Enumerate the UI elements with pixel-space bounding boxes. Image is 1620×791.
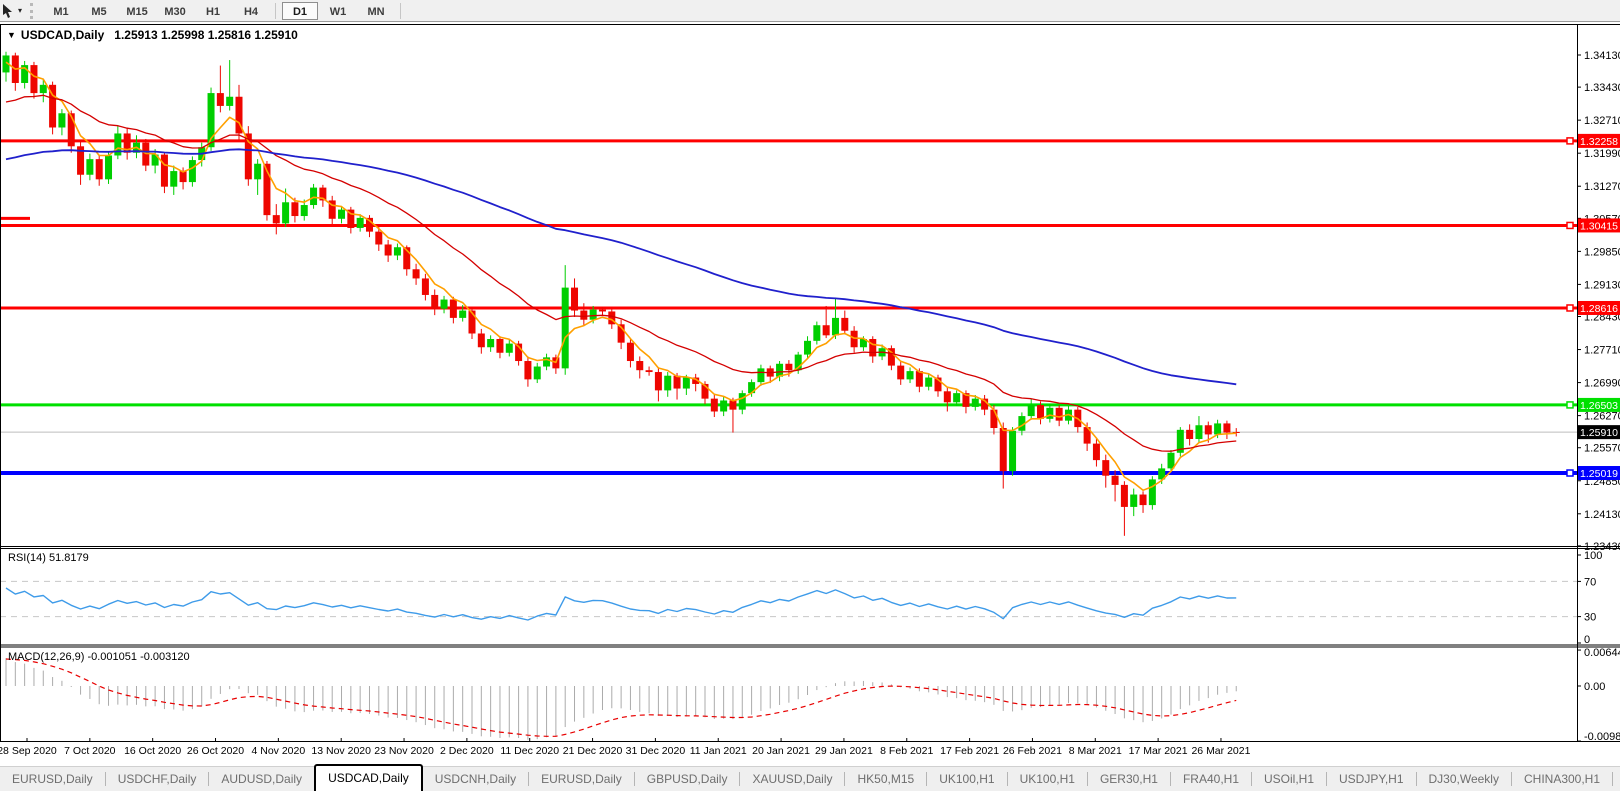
cursor-icon: [3, 4, 12, 18]
rsi-axis-label: 100: [1584, 550, 1602, 562]
date-label: 17 Mar 2021: [1128, 745, 1188, 757]
tab-usdchf-daily[interactable]: USDCHF,Daily: [106, 767, 209, 791]
chart-title: ▼ USDCAD,Daily 1.25913 1.25998 1.25816 1.2…: [7, 28, 298, 42]
hline-badge-label: 1.28616: [1580, 303, 1618, 315]
macd-pane-title: MACD(12,26,9) -0.001051 -0.003120: [8, 651, 190, 663]
date-label: 11 Dec 2020: [500, 745, 560, 757]
current-price-badge-label: 1.25910: [1580, 427, 1618, 439]
macd-axis-label: -0.009871: [1584, 731, 1620, 742]
mt4-chart-app: ▾ M1 M5 M15 M30 H1 H4 D1 W1 MN 1.34130 1.33430 1.3…: [0, 0, 1620, 791]
price-axis-label: 1.27710: [1584, 345, 1620, 357]
tab-xauusd-daily[interactable]: XAUUSD,Daily: [740, 767, 844, 791]
timeframe-button-m5[interactable]: M5: [81, 2, 117, 20]
timeframe-button-d1[interactable]: D1: [282, 1, 319, 20]
chart-window: 1.341301.334301.327101.319901.312701.305…: [0, 24, 1620, 766]
hline-badge-label: 1.32258: [1580, 136, 1618, 148]
macd-axis-label: 0.006444: [1584, 647, 1620, 659]
cursor-tool-button[interactable]: ▾: [0, 1, 26, 21]
price-axis-label: 1.29130: [1584, 279, 1620, 291]
chart-tab-bar: EURUSD,Daily USDCHF,Daily AUDUSD,Daily USDC…: [0, 763, 1620, 791]
date-label: 21 Dec 2020: [562, 745, 623, 757]
date-label: 26 Mar 2021: [1191, 745, 1251, 757]
timeframe-button-h1[interactable]: H1: [195, 2, 231, 20]
date-label: 13 Nov 2020: [311, 745, 371, 757]
timeframe-button-h4[interactable]: H4: [233, 2, 269, 20]
price-axis-label: 1.31270: [1584, 181, 1620, 193]
price-chart-canvas[interactable]: 1.341301.334301.327101.319901.312701.305…: [0, 24, 1620, 742]
timeframe-button-m1[interactable]: M1: [43, 2, 79, 20]
price-axis-label: 1.34130: [1584, 50, 1620, 62]
price-axis-label: 1.31990: [1584, 148, 1620, 160]
hline-badge-label: 1.25019: [1580, 468, 1618, 480]
date-label: 26 Feb 2021: [1002, 745, 1062, 757]
rsi-axis-label: 70: [1584, 576, 1596, 588]
date-label: 17 Feb 2021: [940, 745, 1000, 757]
collapse-triangle-icon: ▼: [7, 30, 16, 40]
date-label: 28 Sep 2020: [0, 745, 57, 757]
hline-badge-label: 1.26503: [1580, 400, 1618, 412]
chevron-down-icon: ▾: [18, 6, 23, 15]
macd-axis-label: 0.00: [1584, 681, 1605, 693]
hline-anchor: [1566, 137, 1574, 145]
date-label: 31 Dec 2020: [625, 745, 686, 757]
top-toolbar: ▾ M1 M5 M15 M30 H1 H4 D1 W1 MN: [0, 0, 1620, 22]
timeframe-button-m15[interactable]: M15: [119, 2, 155, 20]
tab-china300-h1[interactable]: CHINA300,H1: [1512, 767, 1612, 791]
tab-hk50-m15[interactable]: HK50,M15: [845, 767, 926, 791]
date-label: 11 Jan 2021: [689, 745, 747, 757]
date-label: 4 Nov 2020: [251, 745, 306, 757]
date-label: 20 Jan 2021: [752, 745, 810, 757]
timeframe-button-w1[interactable]: W1: [320, 2, 356, 20]
date-label: 23 Nov 2020: [374, 745, 434, 757]
timeframe-toolbar: M1 M5 M15 M30 H1 H4 D1 W1 MN: [42, 0, 406, 22]
date-label: 8 Feb 2021: [880, 745, 934, 757]
hline-badge-label: 1.30415: [1580, 220, 1618, 232]
toolbar-separator: [400, 2, 402, 19]
date-label: 26 Oct 2020: [186, 745, 245, 757]
tab-eurusd-daily[interactable]: EURUSD,Daily: [529, 767, 634, 791]
date-label: 8 Mar 2021: [1068, 745, 1122, 757]
tab-uk100-h1[interactable]: UK100,H1: [927, 767, 1006, 791]
tab-usdcad-daily[interactable]: USDCAD,Daily: [314, 763, 423, 791]
price-axis-label: 1.29850: [1584, 246, 1620, 258]
tab-uk100-h1[interactable]: UK100,H1: [1008, 767, 1087, 791]
hline-anchor: [1566, 304, 1574, 312]
date-label: 16 Oct 2020: [124, 745, 182, 757]
rsi-axis-label: 30: [1584, 612, 1596, 624]
price-axis-label: 1.32710: [1584, 115, 1620, 127]
date-label: 2 Dec 2020: [440, 745, 494, 757]
price-axis-label: 1.26270: [1584, 411, 1620, 423]
hline-anchor: [1566, 221, 1574, 230]
price-axis-label: 1.25570: [1584, 443, 1620, 455]
date-label: 29 Jan 2021: [815, 745, 873, 757]
tab-usdjpy-h1[interactable]: USDJPY,H1: [1327, 767, 1415, 791]
rsi-pane-title: RSI(14) 51.8179: [8, 552, 89, 564]
date-axis[interactable]: 28 Sep 2020 7 Oct 2020 16 Oct 2020 26 Oct 2…: [0, 742, 1620, 766]
date-label: 7 Oct 2020: [64, 745, 116, 757]
tab-separator: [1612, 772, 1614, 786]
chart-ohlc-values: 1.25913 1.25998 1.25816 1.25910: [114, 28, 298, 42]
toolbar-drag-handle[interactable]: [30, 2, 36, 19]
rsi-axis-label: 0: [1584, 634, 1590, 646]
tab-fra40-h1[interactable]: FRA40,H1: [1171, 767, 1251, 791]
hline-anchor: [1566, 469, 1574, 477]
price-axis-label: 1.24130: [1584, 509, 1620, 521]
tab-usdcnh-daily[interactable]: USDCNH,Daily: [423, 767, 528, 791]
hline-anchor: [1566, 401, 1574, 409]
tab-audusd-daily[interactable]: AUDUSD,Daily: [209, 767, 314, 791]
price-axis-label: 1.33430: [1584, 82, 1620, 94]
tab-gbpusd-daily[interactable]: GBPUSD,Daily: [635, 767, 740, 791]
tab-ger30-h1[interactable]: GER30,H1: [1088, 767, 1170, 791]
timeframe-button-m30[interactable]: M30: [157, 2, 193, 20]
price-axis-label: 1.26990: [1584, 378, 1620, 390]
chart-symbol-label: USDCAD,Daily: [20, 28, 105, 42]
toolbar-separator: [275, 2, 277, 19]
timeframe-button-mn[interactable]: MN: [358, 2, 394, 20]
tab-usoil-h1[interactable]: USOil,H1: [1252, 767, 1326, 791]
tab-eurusd-daily[interactable]: EURUSD,Daily: [0, 767, 105, 791]
tab-dj30-weekly[interactable]: DJ30,Weekly: [1417, 767, 1511, 791]
